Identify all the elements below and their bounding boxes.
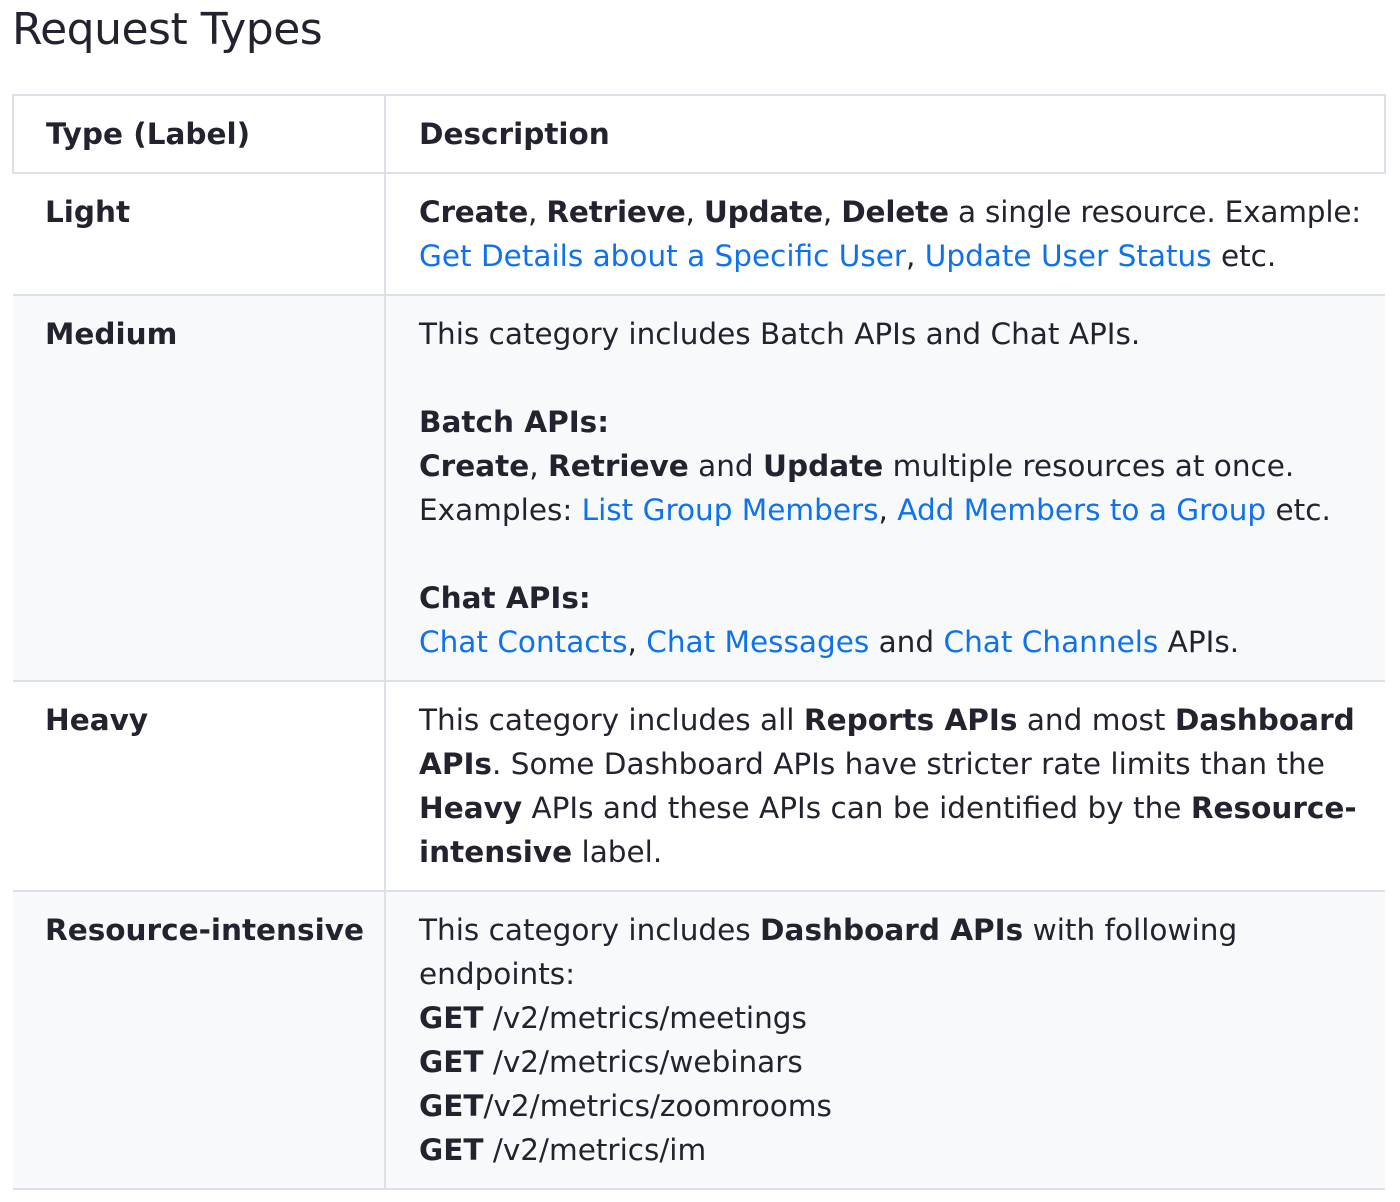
op-update: Update bbox=[763, 449, 884, 483]
table-row-medium: Medium This category includes Batch APIs… bbox=[13, 295, 1385, 682]
endpoint-path: /v2/metrics/webinars bbox=[483, 1045, 803, 1079]
heavy-text: label. bbox=[572, 835, 663, 869]
and-text: and bbox=[688, 449, 763, 483]
table-row-heavy: Heavy This category includes all Reports… bbox=[13, 681, 1385, 892]
endpoint-path: /v2/metrics/im bbox=[483, 1133, 707, 1167]
description-resource-intensive: This category includes Dashboard APIs wi… bbox=[385, 891, 1385, 1190]
medium-intro: This category includes Batch APIs and Ch… bbox=[419, 317, 1141, 351]
chat-suffix: APIs. bbox=[1158, 625, 1240, 659]
link-add-members-to-group[interactable]: Add Members to a Group bbox=[897, 493, 1266, 527]
endpoint-method: GET bbox=[419, 1133, 484, 1167]
endpoint-item: GET /v2/metrics/webinars bbox=[419, 1040, 1369, 1084]
etc-text: etc. bbox=[1211, 239, 1277, 273]
heavy-text: . Some Dashboard APIs have stricter rate… bbox=[492, 747, 1325, 781]
ri-text: This category includes bbox=[419, 913, 761, 947]
endpoint-path: /v2/metrics/zoomrooms bbox=[483, 1089, 832, 1123]
link-update-user-status[interactable]: Update User Status bbox=[925, 239, 1212, 273]
separator: , bbox=[905, 239, 925, 273]
and-text: and bbox=[869, 625, 944, 659]
separator: , bbox=[685, 195, 704, 229]
heavy-text: This category includes all bbox=[419, 703, 804, 737]
endpoint-item: GET/v2/metrics/zoomrooms bbox=[419, 1084, 1369, 1128]
request-types-table: Type (Label) Description Light Create, R… bbox=[12, 94, 1386, 1190]
column-header-description: Description bbox=[385, 94, 1386, 174]
type-label-light: Light bbox=[45, 195, 131, 229]
heavy-ref: Heavy bbox=[419, 791, 523, 825]
type-label-resource-intensive: Resource-intensive bbox=[45, 913, 364, 947]
light-text: a single resource. Example: bbox=[948, 195, 1362, 229]
endpoint-method: GET bbox=[419, 1089, 484, 1123]
link-get-user-details[interactable]: Get Details about a Specific User bbox=[419, 239, 906, 273]
description-medium: This category includes Batch APIs and Ch… bbox=[385, 295, 1385, 682]
reports-apis: Reports APIs bbox=[803, 703, 1018, 737]
op-retrieve: Retrieve bbox=[548, 449, 689, 483]
dashboard-apis: Dashboard APIs bbox=[760, 913, 1024, 947]
description-light: Create, Retrieve, Update, Delete a singl… bbox=[385, 173, 1385, 296]
endpoint-item: GET /v2/metrics/meetings bbox=[419, 996, 1369, 1040]
description-heavy: This category includes all Reports APIs … bbox=[385, 681, 1385, 892]
op-create: Create bbox=[419, 195, 529, 229]
column-header-type: Type (Label) bbox=[12, 94, 386, 174]
separator: , bbox=[878, 493, 898, 527]
separator: , bbox=[529, 449, 548, 483]
separator: , bbox=[627, 625, 647, 659]
batch-apis-heading: Batch APIs: bbox=[419, 405, 610, 439]
type-label-heavy: Heavy bbox=[45, 703, 149, 737]
link-chat-contacts[interactable]: Chat Contacts bbox=[419, 625, 627, 659]
heavy-text: and most bbox=[1017, 703, 1175, 737]
page-title: Request Types bbox=[12, 4, 323, 55]
examples-label: Examples: bbox=[419, 493, 582, 527]
link-chat-messages[interactable]: Chat Messages bbox=[646, 625, 869, 659]
op-update: Update bbox=[703, 195, 823, 229]
op-delete: Delete bbox=[841, 195, 949, 229]
endpoint-method: GET bbox=[419, 1001, 484, 1035]
etc-text: etc. bbox=[1266, 493, 1331, 527]
op-retrieve: Retrieve bbox=[546, 195, 686, 229]
table-row-light: Light Create, Retrieve, Update, Delete a… bbox=[13, 173, 1385, 296]
batch-text: multiple resources at once. bbox=[883, 449, 1295, 483]
type-label-medium: Medium bbox=[45, 317, 178, 351]
endpoint-path: /v2/metrics/meetings bbox=[483, 1001, 807, 1035]
link-chat-channels[interactable]: Chat Channels bbox=[943, 625, 1158, 659]
separator: , bbox=[528, 195, 547, 229]
separator: , bbox=[822, 195, 842, 229]
endpoint-method: GET bbox=[419, 1045, 484, 1079]
endpoint-item: GET /v2/metrics/im bbox=[419, 1128, 1369, 1172]
op-create: Create bbox=[419, 449, 530, 483]
chat-apis-heading: Chat APIs: bbox=[419, 581, 591, 615]
link-list-group-members[interactable]: List Group Members bbox=[582, 493, 879, 527]
table-row-resource-intensive: Resource-intensive This category include… bbox=[13, 891, 1385, 1190]
heavy-text: APIs and these APIs can be identified by… bbox=[522, 791, 1191, 825]
table-header-row: Type (Label) Description bbox=[12, 94, 1386, 174]
